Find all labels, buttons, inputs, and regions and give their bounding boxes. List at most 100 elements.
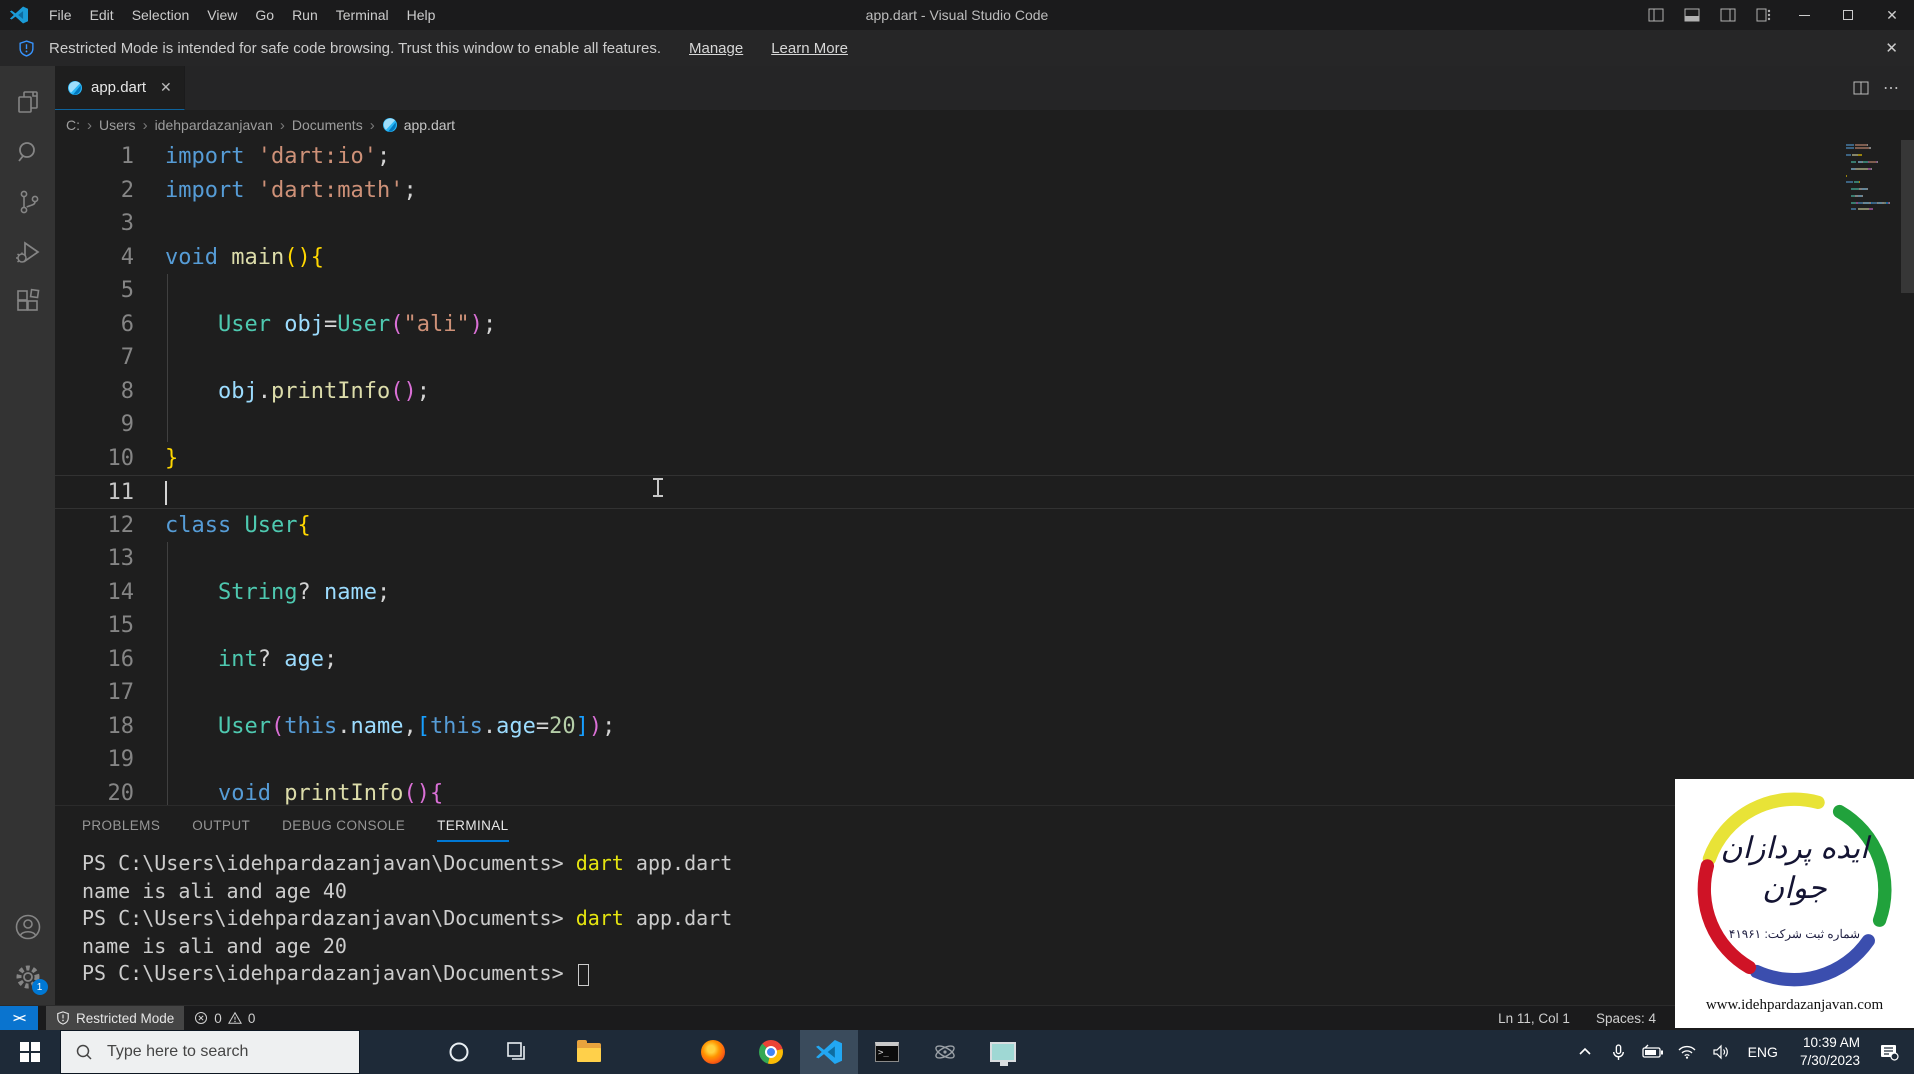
code-line-20[interactable]: 20 void printInfo(){ <box>55 777 1914 806</box>
menu-edit[interactable]: Edit <box>81 0 123 30</box>
breadcrumb-item[interactable]: Documents <box>292 117 363 133</box>
tab-app-dart[interactable]: app.dart ✕ <box>55 66 185 110</box>
settings-gear-icon[interactable]: 1 <box>14 963 48 995</box>
run-debug-icon[interactable] <box>14 238 42 266</box>
electron-app-icon[interactable] <box>916 1030 974 1074</box>
firefox-icon[interactable] <box>684 1030 742 1074</box>
menu-selection[interactable]: Selection <box>123 0 199 30</box>
maximize-button[interactable] <box>1826 0 1870 30</box>
account-icon[interactable] <box>14 913 42 941</box>
clock[interactable]: 10:39 AM 7/30/2023 <box>1790 1034 1870 1070</box>
menu-go[interactable]: Go <box>246 0 283 30</box>
line-number: 11 <box>107 480 135 505</box>
search-icon[interactable] <box>14 138 42 166</box>
extensions-icon[interactable] <box>14 288 42 316</box>
code-line-3[interactable]: 3 <box>55 207 1914 241</box>
breadcrumb-item[interactable]: Users <box>99 117 136 133</box>
restricted-mode-status[interactable]: Restricted Mode <box>46 1005 185 1031</box>
menu-file[interactable]: File <box>40 0 81 30</box>
code-line-19[interactable]: 19 <box>55 743 1914 777</box>
remote-indicator[interactable]: >< <box>0 1005 38 1031</box>
terminal-app-icon[interactable]: >_ <box>858 1030 916 1074</box>
banner-close-icon[interactable]: ✕ <box>1885 39 1898 57</box>
code-editor[interactable]: 1 import 'dart:io'; 2 import 'dart:math'; 3 4… <box>55 140 1914 805</box>
line-number: 9 <box>120 412 134 437</box>
code-line-11[interactable]: 11 <box>55 475 1914 509</box>
menu-run[interactable]: Run <box>283 0 327 30</box>
breadcrumb-item[interactable]: idehpardazanjavan <box>155 117 273 133</box>
taskbar-search[interactable]: Type here to search <box>60 1030 360 1074</box>
windows-logo-icon <box>20 1042 40 1062</box>
code-line-6[interactable]: 6 User obj=User("ali"); <box>55 308 1914 342</box>
code-line-7[interactable]: 7 <box>55 341 1914 375</box>
code-line-4[interactable]: 4 void main(){ <box>55 241 1914 275</box>
toggle-secondary-sidebar-icon[interactable] <box>1720 7 1736 23</box>
panel-tab-terminal[interactable]: TERMINAL <box>437 809 509 842</box>
code-line-2[interactable]: 2 import 'dart:math'; <box>55 174 1914 208</box>
panel-tab-debug-console[interactable]: DEBUG CONSOLE <box>282 809 405 842</box>
code-line-8[interactable]: 8 obj.printInfo(); <box>55 375 1914 409</box>
mouse-cursor <box>653 478 663 497</box>
warnings-count: 0 <box>247 1010 256 1026</box>
clock-time: 10:39 AM <box>1802 1034 1860 1050</box>
more-actions-icon[interactable]: ⋯ <box>1883 78 1900 98</box>
microphone-icon[interactable] <box>1604 1030 1634 1074</box>
code-line-13[interactable]: 13 <box>55 542 1914 576</box>
panel-tab-output[interactable]: OUTPUT <box>192 809 250 842</box>
explorer-icon[interactable] <box>14 88 42 116</box>
source-control-icon[interactable] <box>14 188 42 216</box>
split-editor-icon[interactable] <box>1853 80 1869 96</box>
code-line-16[interactable]: 16 int? age; <box>55 643 1914 677</box>
spaces-indicator[interactable]: Spaces: 4 <box>1596 1011 1656 1026</box>
banner-text: Restricted Mode is intended for safe cod… <box>49 39 661 57</box>
menu-terminal[interactable]: Terminal <box>327 0 398 30</box>
toggle-sidebar-icon[interactable] <box>1648 7 1664 23</box>
line-number: 8 <box>120 378 134 404</box>
editor-scrollbar[interactable] <box>1901 140 1914 293</box>
breadcrumb-item[interactable]: C: <box>66 117 80 133</box>
menu-view[interactable]: View <box>198 0 246 30</box>
line-number: 5 <box>120 278 134 303</box>
code-line-9[interactable]: 9 <box>55 408 1914 442</box>
breadcrumb-file[interactable]: app.dart <box>382 117 455 133</box>
breadcrumb[interactable]: C: › Users › idehpardazanjavan › Documents › app… <box>55 110 1914 140</box>
status-bar: >< Restricted Mode 0 0 Ln 11, Col 1 Spac… <box>0 1005 1914 1031</box>
vscode-taskbar-icon[interactable] <box>800 1030 858 1074</box>
customize-layout-icon[interactable] <box>1756 7 1772 23</box>
code-line-14[interactable]: 14 String? name; <box>55 576 1914 610</box>
search-icon <box>76 1044 92 1060</box>
wifi-icon[interactable] <box>1672 1030 1702 1074</box>
chrome-icon[interactable] <box>742 1030 800 1074</box>
manage-link[interactable]: Manage <box>689 40 743 57</box>
tray-chevron-icon[interactable] <box>1570 1030 1600 1074</box>
language-indicator[interactable]: ENG <box>1740 1044 1786 1060</box>
code-line-12[interactable]: 12 class User{ <box>55 509 1914 543</box>
panel-tab-problems[interactable]: PROBLEMS <box>82 809 160 842</box>
line-number: 7 <box>120 345 134 370</box>
minimize-button[interactable] <box>1782 0 1826 30</box>
code-line-18[interactable]: 18 User(this.name,[this.age=20]); <box>55 710 1914 744</box>
minimap[interactable] <box>1846 144 1898 212</box>
display-app-icon[interactable] <box>974 1030 1032 1074</box>
learn-more-link[interactable]: Learn More <box>771 40 848 57</box>
cortana-icon[interactable] <box>430 1030 488 1074</box>
code-line-15[interactable]: 15 <box>55 609 1914 643</box>
menu-help[interactable]: Help <box>398 0 445 30</box>
code-line-17[interactable]: 17 <box>55 676 1914 710</box>
file-explorer-icon[interactable] <box>560 1030 618 1074</box>
line-col-indicator[interactable]: Ln 11, Col 1 <box>1498 1011 1570 1026</box>
notification-center-icon[interactable] <box>1874 1030 1904 1074</box>
terminal-output[interactable]: PS C:\Users\idehpardazanjavan\Documents>… <box>55 844 1914 988</box>
volume-icon[interactable] <box>1706 1030 1736 1074</box>
battery-icon[interactable] <box>1638 1030 1668 1074</box>
code-line-10[interactable]: 10} <box>55 442 1914 476</box>
line-number: 15 <box>107 613 135 638</box>
problems-status[interactable]: 0 0 <box>184 1006 265 1031</box>
code-line-5[interactable]: 5 <box>55 274 1914 308</box>
task-view-icon[interactable] <box>488 1030 546 1074</box>
close-window-button[interactable]: ✕ <box>1870 0 1914 30</box>
toggle-panel-icon[interactable] <box>1684 7 1700 23</box>
tab-close-icon[interactable]: ✕ <box>160 79 172 96</box>
code-line-1[interactable]: 1 import 'dart:io'; <box>55 140 1914 174</box>
start-button[interactable] <box>0 1030 60 1074</box>
